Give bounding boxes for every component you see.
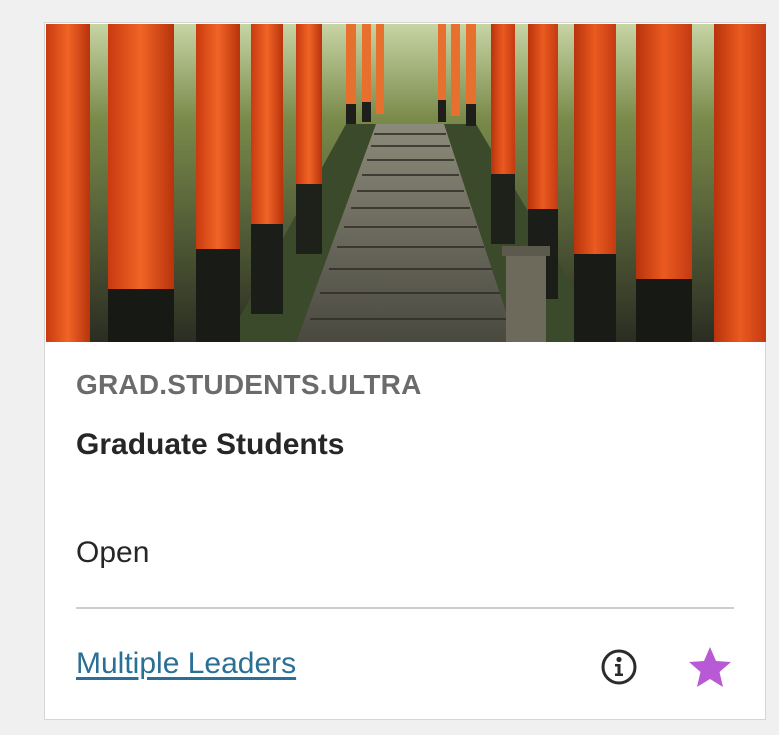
course-name: Graduate Students bbox=[76, 428, 345, 461]
course-status: Open bbox=[76, 536, 150, 569]
course-card[interactable]: GRAD.STUDENTS.ULTRA Graduate Students Op… bbox=[44, 22, 766, 720]
course-info-button[interactable] bbox=[599, 647, 639, 687]
info-icon bbox=[601, 649, 637, 685]
divider bbox=[76, 607, 734, 609]
multiple-leaders-link[interactable]: Multiple Leaders bbox=[76, 647, 296, 681]
course-id: GRAD.STUDENTS.ULTRA bbox=[76, 369, 422, 400]
favorite-button[interactable] bbox=[687, 645, 733, 689]
course-banner-image bbox=[46, 24, 766, 342]
star-icon bbox=[689, 647, 731, 687]
